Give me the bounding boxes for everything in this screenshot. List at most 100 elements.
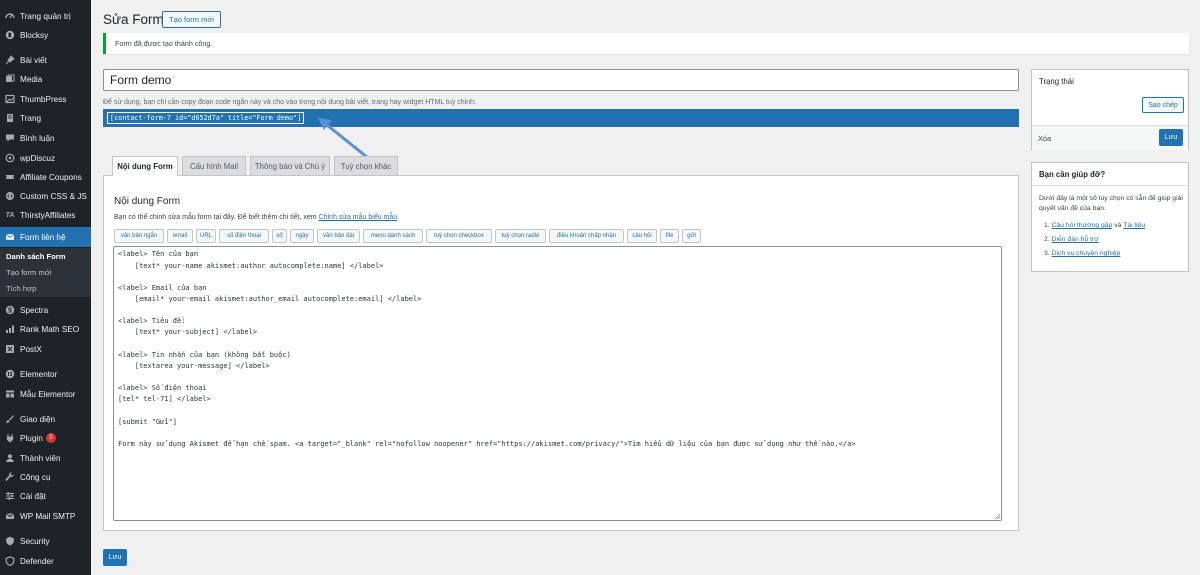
tag-button-acceptance[interactable]: điều khoản chấp nhận xyxy=(549,229,624,243)
sidebar-item-label: Mẫu Elementor xyxy=(20,389,76,399)
sidebar-item-label: Rank Math SEO xyxy=(20,324,80,334)
status-actions: Xóa Lưu xyxy=(1032,125,1188,150)
sidebar-item-users[interactable]: Thành viên xyxy=(0,450,91,466)
tag-button-radio[interactable]: tuỳ chọn radio xyxy=(495,229,546,243)
tag-button-textarea[interactable]: văn bản dài xyxy=(317,229,360,243)
sidebar-item-blocksy[interactable]: Blocksy xyxy=(0,27,91,43)
page-icon xyxy=(5,113,15,123)
notice-text: Form đã được tạo thành công. xyxy=(115,39,213,48)
tab-additional-settings[interactable]: Tuỳ chọn khác xyxy=(334,156,398,175)
sidebar-item-elementor[interactable]: Elementor xyxy=(0,366,91,382)
sidebar-item-defender[interactable]: Defender xyxy=(0,553,91,569)
tag-button-email[interactable]: email xyxy=(167,229,193,243)
sidebar-item-tools[interactable]: Công cụ xyxy=(0,469,91,485)
sidebar-item-elementor-templates[interactable]: Mẫu Elementor xyxy=(0,386,91,402)
faq-link[interactable]: Câu hỏi thường gặp xyxy=(1052,222,1113,229)
sidebar-item-posts[interactable]: Bài viết xyxy=(0,52,91,68)
status-title: Trạng thái xyxy=(1039,77,1074,86)
sidebar-item-settings[interactable]: Cài đặt xyxy=(0,488,91,504)
sidebar-item-label: Blocksy xyxy=(20,30,49,40)
code-line: <label> Tiêu đề: xyxy=(118,317,186,325)
sidebar-item-affiliate-coupons[interactable]: Affiliate Coupons xyxy=(0,169,91,185)
code-line: Form này sử dụng Akismet để hạn chế spam… xyxy=(118,440,856,448)
sidebar-item-label: Trang xyxy=(20,113,42,123)
code-line: [submit "Gửi"] xyxy=(118,418,178,426)
tag-button-quiz[interactable]: câu hỏi xyxy=(627,229,657,243)
sidebar-item-appearance[interactable]: Giao diện xyxy=(0,411,91,427)
sidebar-item-label: PostX xyxy=(20,344,42,354)
new-form-button[interactable]: Tạo form mới xyxy=(162,11,221,28)
sidebar-item-postx[interactable]: PostX xyxy=(0,341,91,357)
tag-button-url[interactable]: URL xyxy=(196,229,216,243)
save-button[interactable]: Lưu xyxy=(103,549,127,566)
code-line: [text* your-name akismet:author autocomp… xyxy=(118,262,384,270)
tag-button-text[interactable]: văn bản ngắn xyxy=(114,229,164,243)
tag-button-number[interactable]: số xyxy=(272,229,287,243)
duplicate-button[interactable]: Sao chép xyxy=(1142,97,1184,113)
sidebar-item-label: ThirstyAffiliates xyxy=(20,210,76,220)
sidebar-item-label: Custom CSS & JS xyxy=(20,191,87,201)
tab-form-content[interactable]: Nội dung Form xyxy=(112,156,178,176)
tag-button-select[interactable]: menu danh sách xyxy=(363,229,423,243)
help-divider xyxy=(1032,185,1188,186)
save-button-sidebar[interactable]: Lưu xyxy=(1159,129,1183,146)
thumbpress-icon xyxy=(5,94,15,104)
docs-link[interactable]: Tài liệu xyxy=(1123,222,1145,229)
resize-grip-icon[interactable] xyxy=(994,513,1000,519)
tag-button-tel[interactable]: số điện thoại xyxy=(219,229,269,243)
status-box: Trạng thái Sao chép Xóa Lưu xyxy=(1031,69,1189,150)
form-title-input[interactable]: Form demo xyxy=(103,69,1019,91)
sidebar-item-thirstyaffiliates[interactable]: TA ThirstyAffiliates xyxy=(0,207,91,223)
smtp-icon xyxy=(5,511,15,521)
sidebar-item-security[interactable]: Security xyxy=(0,533,91,549)
sidebar-item-wpdiscuz[interactable]: wpDiscuz xyxy=(0,150,91,166)
delete-link[interactable]: Xóa xyxy=(1038,134,1051,143)
shortcode-field[interactable]: [contact-form-7 id="d052d7a" title="Form… xyxy=(103,109,1019,127)
sidebar-item-comments[interactable]: Bình luận xyxy=(0,130,91,146)
submenu-item-form-list[interactable]: Danh sách Form xyxy=(6,252,66,261)
professional-services-link[interactable]: Dịch vụ chuyên nghiệp xyxy=(1052,250,1121,257)
blocksy-icon xyxy=(5,30,15,40)
sidebar-item-media[interactable]: Media xyxy=(0,71,91,87)
sidebar-item-thumbpress[interactable]: ThumbPress xyxy=(0,91,91,107)
sidebar-item-dashboard[interactable]: Trang quản trị xyxy=(0,8,91,24)
sidebar-item-custom-css-js[interactable]: Custom CSS & JS xyxy=(0,188,91,204)
sidebar-item-wp-mail-smtp[interactable]: WP Mail SMTP xyxy=(0,508,91,524)
rankmath-icon xyxy=(5,324,15,334)
submenu-item-new-form[interactable]: Tạo form mới xyxy=(6,268,52,277)
edit-template-link[interactable]: Chỉnh sửa mẫu biểu mẫu xyxy=(319,214,398,221)
sidebar-item-label: Affiliate Coupons xyxy=(20,172,82,182)
submenu-item-integration[interactable]: Tích hợp xyxy=(6,284,36,293)
plugin-icon xyxy=(5,433,15,443)
help-box: Bạn cần giúp đỡ? Dưới đây là một số tùy … xyxy=(1031,162,1189,272)
sidebar-item-label: Spectra xyxy=(20,305,49,315)
sidebar-item-rank-math[interactable]: Rank Math SEO xyxy=(0,321,91,337)
help-item-text: và xyxy=(1112,222,1124,229)
help-item-text: . xyxy=(1145,222,1147,229)
sidebar-item-contact-form[interactable]: Form liên hệ xyxy=(0,227,91,247)
sidebar-item-label: Giao diện xyxy=(20,414,56,424)
template-icon xyxy=(5,389,15,399)
code-line: [email* your-email akismet:author_email … xyxy=(118,295,422,303)
sidebar-item-plugins[interactable]: Plugin 3 xyxy=(0,430,91,446)
dashboard-icon xyxy=(5,11,15,21)
sidebar-item-pages[interactable]: Trang xyxy=(0,110,91,126)
plugin-update-badge: 3 xyxy=(45,433,56,443)
tag-button-checkbox[interactable]: tuỳ chọn checkbox xyxy=(426,229,492,243)
sidebar-item-label: Trang quản trị xyxy=(20,11,71,21)
tag-button-date[interactable]: ngày xyxy=(290,229,314,243)
sidebar-item-label: Defender xyxy=(20,556,54,566)
tab-mail-config[interactable]: Cấu hình Mail xyxy=(182,156,246,175)
form-template-textarea[interactable]: <label> Tên của bạn [text* your-name aki… xyxy=(113,246,1002,521)
ta-icon: TA xyxy=(5,211,15,219)
brush-icon xyxy=(5,414,15,424)
sidebar-item-spectra[interactable]: Spectra xyxy=(0,302,91,318)
tag-button-submit[interactable]: gửi xyxy=(682,229,701,243)
help-item-number: 1. xyxy=(1044,222,1052,229)
shortcode-text[interactable]: [contact-form-7 id="d052d7a" title="Form… xyxy=(107,112,305,124)
support-forum-link[interactable]: Diễn đàn hỗ trợ xyxy=(1052,236,1099,243)
sidebar-item-label: Bài viết xyxy=(20,55,47,65)
security-icon xyxy=(5,536,15,546)
tab-messages[interactable]: Thông báo và Chú ý xyxy=(250,156,330,175)
tag-button-file[interactable]: file xyxy=(660,229,679,243)
